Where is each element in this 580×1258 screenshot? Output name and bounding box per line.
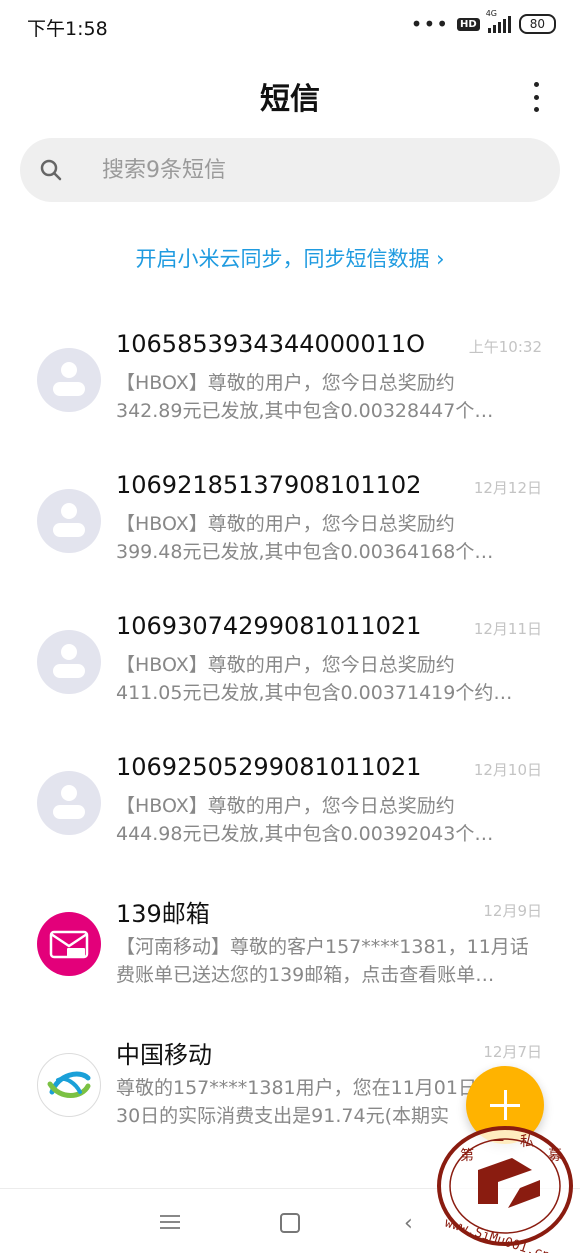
battery-icon: 80 bbox=[518, 14, 556, 34]
svg-text:一: 一 bbox=[490, 1134, 504, 1150]
message-preview-line1: 【HBOX】尊敬的用户，您今日总奖励约 bbox=[116, 795, 455, 817]
sender-name: 中国移动 bbox=[116, 1041, 212, 1069]
sender-name: 139邮箱 bbox=[116, 900, 210, 928]
status-icons: ••• HD 4G 80 bbox=[410, 9, 556, 36]
hd-icon: HD bbox=[457, 17, 480, 31]
mail-139-icon bbox=[37, 912, 101, 976]
search-bar[interactable] bbox=[20, 138, 560, 202]
person-icon bbox=[37, 489, 101, 553]
message-date: 12月10日 bbox=[473, 761, 542, 779]
message-preview-line1: 【HBOX】尊敬的用户，您今日总奖励约 bbox=[116, 372, 455, 394]
message-preview-line1: 【HBOX】尊敬的用户，您今日总奖励约 bbox=[116, 513, 455, 535]
sender-name: 1069218513790810​1102 bbox=[116, 471, 422, 499]
svg-text:第: 第 bbox=[460, 1147, 474, 1164]
back-icon[interactable]: ‹ bbox=[404, 1211, 413, 1236]
conversation-item[interactable]: 10692505299081011021 12月10日 【HBOX】尊敬的用户，… bbox=[0, 733, 580, 874]
message-date: 12月7日 bbox=[483, 1043, 542, 1061]
person-icon bbox=[37, 348, 101, 412]
message-date: 12月11日 bbox=[473, 620, 542, 638]
sender-name: 10693074299081011021 bbox=[116, 612, 422, 640]
conversation-item[interactable]: 1065853934344000011O 上午10:32 【HBOX】尊敬的用户… bbox=[0, 310, 580, 451]
conversation-item[interactable]: 10693074299081011021 12月11日 【HBOX】尊敬的用户，… bbox=[0, 592, 580, 733]
message-preview-line2: 342.89元已发放,其中包含0.00328447个… bbox=[116, 400, 494, 422]
message-date: 上午10:32 bbox=[468, 338, 542, 356]
message-preview-line1: 【河南移动】尊敬的客户157****1381，11月话 bbox=[116, 936, 529, 958]
network-type: 4G bbox=[485, 9, 498, 18]
svg-text:私: 私 bbox=[520, 1134, 534, 1150]
person-icon bbox=[37, 630, 101, 694]
cloud-sync-link[interactable]: 开启小米云同步，同步短信数据 › bbox=[0, 243, 580, 273]
message-date: 12月12日 bbox=[473, 479, 542, 497]
conversation-item[interactable]: 1069218513790810​1102 12月12日 【HBOX】尊敬的用户… bbox=[0, 451, 580, 592]
search-icon bbox=[40, 159, 62, 181]
status-bar: 下午1:58 ••• HD 4G 80 bbox=[0, 0, 580, 52]
message-preview-line2: 399.48元已发放,其中包含0.00364168个… bbox=[116, 541, 494, 563]
china-mobile-logo-icon bbox=[37, 1053, 101, 1117]
svg-text:募: 募 bbox=[548, 1148, 562, 1164]
sender-name: 10692505299081011021 bbox=[116, 753, 422, 781]
message-preview-line2: 411.05元已发放,其中包含0.00371419个约… bbox=[116, 682, 513, 704]
more-options-icon[interactable] bbox=[532, 82, 540, 112]
person-icon bbox=[37, 771, 101, 835]
signal-icon: 4G bbox=[486, 9, 511, 33]
watermark-stamp: 第 一 私 募 www.SiMu001.cn bbox=[420, 1108, 580, 1258]
conversation-item[interactable]: 139邮箱 12月9日 【河南移动】尊敬的客户157****1381，11月话 … bbox=[0, 874, 580, 1015]
message-preview-line2: 费账单已送达您的139邮箱，点击查看账单… bbox=[116, 964, 495, 986]
message-preview-line2: 444.98元已发放,其中包含0.00392043个… bbox=[116, 823, 494, 845]
search-input[interactable] bbox=[102, 138, 522, 202]
page-title: 短信 bbox=[260, 82, 320, 117]
home-square-icon[interactable] bbox=[280, 1213, 300, 1233]
more-notifications-icon: ••• bbox=[410, 12, 450, 36]
sender-name: 1065853934344000011O bbox=[116, 330, 426, 358]
status-time: 下午1:58 bbox=[27, 18, 108, 40]
message-date: 12月9日 bbox=[483, 902, 542, 920]
message-preview-line1: 【HBOX】尊敬的用户，您今日总奖励约 bbox=[116, 654, 455, 676]
menu-icon[interactable] bbox=[160, 1215, 180, 1229]
